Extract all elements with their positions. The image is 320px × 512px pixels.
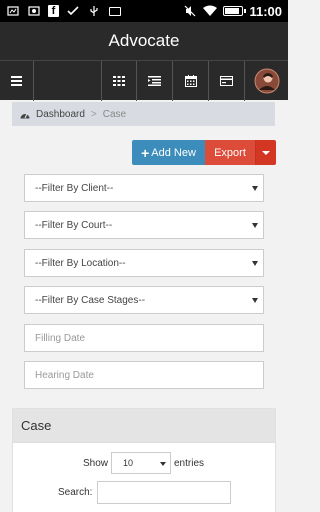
entries-value: 10 [123, 458, 134, 468]
filter-stage-value: --Filter By Case Stages-- [35, 294, 146, 306]
export-button[interactable]: Export [205, 140, 255, 165]
dropdown-arrow-icon [252, 186, 258, 191]
entries-row: Show 10 entries [13, 452, 275, 474]
usb-icon [87, 4, 101, 18]
search-label: Search: [58, 487, 93, 498]
filter-court-select[interactable]: --Filter By Court-- [24, 211, 264, 239]
caret-down-icon [262, 150, 270, 155]
menu-icon [11, 76, 22, 86]
status-bar: f 11:00 [0, 0, 288, 22]
breadcrumb-dashboard-link[interactable]: Dashboard [36, 109, 85, 120]
menu-button[interactable] [0, 61, 34, 101]
dropdown-arrow-icon [252, 261, 258, 266]
hearing-date-placeholder: Hearing Date [35, 369, 94, 381]
filling-date-input[interactable]: Filling Date [24, 324, 264, 352]
card-icon [220, 76, 233, 86]
dashboard-icon [20, 113, 30, 118]
entries-select[interactable]: 10 [111, 452, 171, 474]
case-panel: Case Show 10 entries Search: [12, 408, 276, 512]
add-new-label: Add New [151, 146, 196, 159]
breadcrumb: Dashboard > Case [12, 102, 275, 126]
facebook-icon: f [48, 5, 59, 17]
battery-icon [223, 6, 247, 16]
list-button[interactable] [137, 61, 173, 101]
breadcrumb-separator: > [90, 108, 97, 120]
profile-button[interactable] [245, 61, 288, 101]
export-label: Export [214, 146, 246, 159]
grid-button[interactable] [101, 61, 137, 101]
list-icon [148, 76, 161, 86]
filter-client-value: --Filter By Client-- [35, 182, 114, 194]
mute-icon [183, 4, 197, 18]
calendar-icon [184, 75, 197, 87]
breadcrumb-current: Case [102, 108, 127, 120]
case-panel-title: Case [13, 409, 275, 443]
filter-location-select[interactable]: --Filter By Location-- [24, 249, 264, 277]
media-icon [6, 4, 20, 18]
dropdown-arrow-icon [252, 223, 258, 228]
dropdown-arrow-icon [160, 462, 166, 466]
filling-date-placeholder: Filling Date [35, 332, 86, 344]
mail-icon [108, 4, 122, 18]
wifi-icon [203, 4, 218, 18]
calendar-button[interactable] [173, 61, 209, 101]
entries-label: entries [174, 458, 205, 469]
filter-client-select[interactable]: --Filter By Client-- [24, 174, 264, 202]
search-input[interactable] [97, 481, 231, 504]
export-dropdown-toggle[interactable] [255, 140, 276, 165]
avatar [254, 68, 279, 94]
show-label: Show [83, 458, 109, 469]
filter-court-value: --Filter By Court-- [35, 219, 113, 231]
hearing-date-input[interactable]: Hearing Date [24, 361, 264, 389]
photo-icon [27, 4, 41, 18]
dropdown-arrow-icon [252, 298, 258, 303]
check-icon [66, 4, 80, 18]
grid-icon [113, 76, 125, 86]
card-button[interactable] [209, 61, 245, 101]
toolbar [0, 60, 288, 101]
plus-icon: + [141, 144, 150, 161]
clock: 11:00 [249, 3, 282, 19]
filter-location-value: --Filter By Location-- [35, 257, 126, 269]
filter-stage-select[interactable]: --Filter By Case Stages-- [24, 286, 264, 314]
add-new-button[interactable]: + Add New [132, 140, 205, 165]
app-title: Advocate [0, 22, 288, 60]
search-row: Search: [13, 481, 275, 504]
